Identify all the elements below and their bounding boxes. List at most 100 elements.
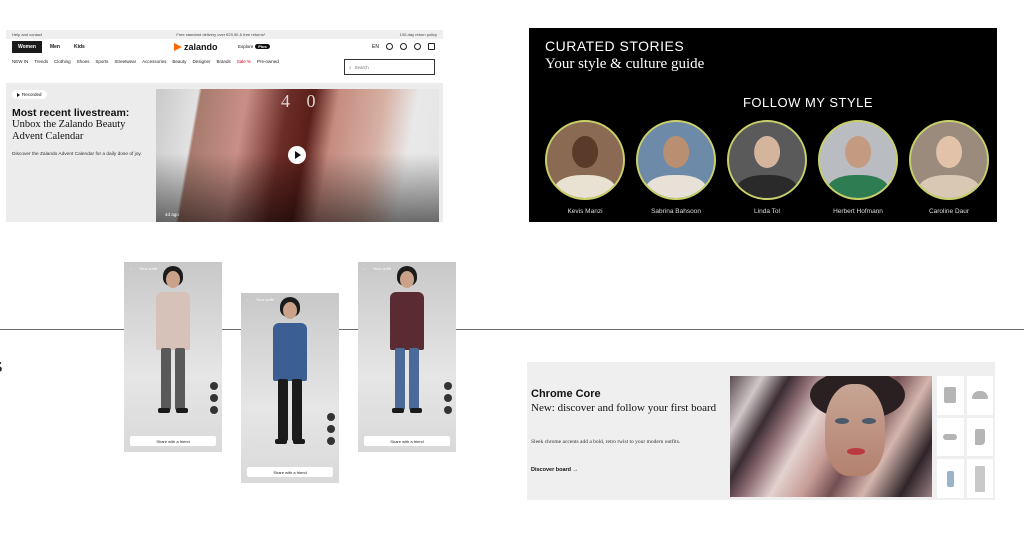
nav-item[interactable]: NEW IN bbox=[12, 59, 28, 64]
product-thumb-jewelry[interactable] bbox=[937, 417, 964, 457]
model-shoe bbox=[410, 408, 422, 413]
model-head bbox=[283, 302, 297, 319]
product-thumb-bag[interactable] bbox=[937, 376, 964, 415]
product-thumb-trousers[interactable] bbox=[966, 459, 993, 498]
phone-header: ← Your outfit bbox=[363, 266, 391, 271]
nav-item[interactable]: Clothing bbox=[54, 59, 71, 64]
calendar-number: 4 0 bbox=[281, 91, 322, 111]
zalando-logo[interactable]: zalando bbox=[174, 42, 218, 52]
like-icon[interactable] bbox=[444, 382, 452, 390]
model-top bbox=[390, 292, 424, 350]
language-selector[interactable]: EN bbox=[372, 44, 379, 50]
avatar-body bbox=[827, 175, 889, 198]
model-shoe bbox=[176, 408, 188, 413]
tab-women[interactable]: Women bbox=[12, 41, 42, 53]
nav-item[interactable]: Designer bbox=[192, 59, 210, 64]
nav-item[interactable]: Streetwear bbox=[114, 59, 136, 64]
recorded-badge: Recorded bbox=[12, 90, 47, 99]
back-arrow-icon[interactable]: ← bbox=[363, 266, 367, 271]
discover-board-link[interactable]: Discover board → bbox=[531, 467, 578, 473]
save-icon[interactable] bbox=[444, 394, 452, 402]
share-icon[interactable] bbox=[327, 437, 335, 445]
zalando-header: Women Men Kids zalando Explore Plus EN bbox=[6, 39, 443, 55]
product-thumbnails bbox=[937, 376, 993, 498]
share-button[interactable]: Share with a friend bbox=[364, 436, 450, 446]
product-thumb-bottle[interactable] bbox=[937, 459, 964, 498]
phone-header: ← Your outfit bbox=[129, 266, 157, 271]
model-leg bbox=[409, 348, 419, 410]
outfit-phone[interactable]: ← Your outfit Share with a friend bbox=[124, 262, 222, 452]
product-thumb-cap[interactable] bbox=[966, 376, 993, 415]
nav-item[interactable]: Beauty bbox=[172, 59, 186, 64]
creator-avatar[interactable] bbox=[909, 120, 989, 200]
outfit-phone[interactable]: ← Your outfit Share with a friend bbox=[358, 262, 456, 452]
outfit-phone[interactable]: ← Your outfit Share with a friend bbox=[241, 293, 339, 483]
avatar-face bbox=[663, 135, 689, 168]
livestream-hero: Recorded Most recent livestream: Unbox t… bbox=[6, 83, 443, 222]
edge-glyph: s bbox=[0, 352, 3, 378]
share-button[interactable]: Share with a friend bbox=[130, 436, 216, 446]
tab-men[interactable]: Men bbox=[44, 41, 66, 53]
nav-item[interactable]: Trends bbox=[34, 59, 48, 64]
phone-header-label: Your outfit bbox=[139, 266, 157, 271]
heart-icon[interactable] bbox=[414, 43, 421, 50]
board-hero-image[interactable] bbox=[730, 376, 932, 497]
curated-subtitle: Your style & culture guide bbox=[545, 56, 705, 72]
model-head bbox=[400, 271, 414, 288]
board-subtitle: New: discover and follow your first boar… bbox=[531, 402, 717, 414]
creator-avatar[interactable] bbox=[545, 120, 625, 200]
play-icon[interactable] bbox=[288, 146, 306, 164]
nav-item[interactable]: Accessories bbox=[142, 59, 166, 64]
share-icon[interactable] bbox=[444, 406, 452, 414]
curated-stories-panel: CURATED STORIES Your style & culture gui… bbox=[529, 28, 997, 222]
return-policy-link[interactable]: 100-day return policy bbox=[400, 32, 437, 37]
model-leg bbox=[292, 379, 302, 441]
model-head bbox=[166, 271, 180, 288]
nav-item[interactable]: Pre-owned bbox=[257, 59, 279, 64]
avatar-face bbox=[572, 135, 598, 168]
globe-icon[interactable] bbox=[386, 43, 393, 50]
share-button[interactable]: Share with a friend bbox=[247, 467, 333, 477]
creator-avatar[interactable] bbox=[818, 120, 898, 200]
hero-subtitle: Unbox the Zalando Beauty Advent Calendar bbox=[12, 119, 126, 142]
header-icons: EN bbox=[372, 43, 435, 50]
creator-avatar[interactable] bbox=[636, 120, 716, 200]
help-link[interactable]: Help and contact bbox=[12, 32, 42, 37]
like-icon[interactable] bbox=[327, 413, 335, 421]
bag-icon[interactable] bbox=[428, 43, 435, 50]
model-shoe bbox=[392, 408, 404, 413]
plus-badge: Plus bbox=[255, 44, 270, 49]
like-icon[interactable] bbox=[210, 382, 218, 390]
livestream-video[interactable]: 4 0 4d ago bbox=[156, 89, 439, 222]
product-thumb-boot[interactable] bbox=[966, 417, 993, 457]
board-description: Sleek chrome accents add a bold, retro t… bbox=[531, 439, 681, 445]
user-icon[interactable] bbox=[400, 43, 407, 50]
phone-header-label: Your outfit bbox=[373, 266, 391, 271]
time-ago: 4d ago bbox=[165, 212, 179, 217]
chrome-core-panel: Chrome Core New: discover and follow you… bbox=[527, 362, 995, 500]
avatar-body bbox=[918, 175, 980, 198]
save-icon[interactable] bbox=[327, 425, 335, 433]
model-top bbox=[273, 323, 307, 381]
tab-kids[interactable]: Kids bbox=[68, 41, 91, 53]
nav-item[interactable]: Shoes bbox=[77, 59, 90, 64]
save-icon[interactable] bbox=[210, 394, 218, 402]
delivery-banner: Free standard delivery over €29,90 & fre… bbox=[176, 32, 266, 37]
phone-header-label: Your outfit bbox=[256, 297, 274, 302]
creator-avatar[interactable] bbox=[727, 120, 807, 200]
creator-name[interactable]: Caroline Daur bbox=[894, 208, 1004, 215]
model-face bbox=[825, 384, 885, 476]
avatar-body bbox=[554, 175, 616, 198]
avatar-body bbox=[736, 175, 798, 198]
explore-plus[interactable]: Explore Plus bbox=[238, 44, 270, 49]
nav-item[interactable]: Brands bbox=[216, 59, 230, 64]
back-arrow-icon[interactable]: ← bbox=[246, 297, 250, 302]
nav-item[interactable]: Sports bbox=[95, 59, 108, 64]
search-input[interactable]: ⌕ Search bbox=[344, 59, 435, 75]
model-shoe bbox=[293, 439, 305, 444]
back-arrow-icon[interactable]: ← bbox=[129, 266, 133, 271]
share-icon[interactable] bbox=[210, 406, 218, 414]
avatar-face bbox=[845, 135, 871, 168]
hero-description: Discover the Zalando Advent Calendar for… bbox=[12, 152, 142, 157]
nav-item-sale[interactable]: Sale % bbox=[237, 59, 251, 64]
